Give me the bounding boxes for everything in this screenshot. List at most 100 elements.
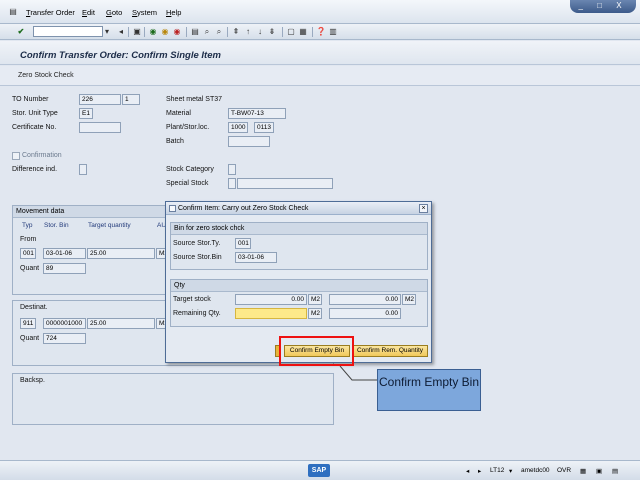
difference-label: Difference ind.: [12, 166, 58, 173]
to-number-label: TO Number: [12, 96, 49, 103]
stor-loc-field: 0113: [254, 122, 274, 133]
toolbar-separator: [312, 27, 313, 37]
confirmation-checkbox[interactable]: [12, 152, 20, 160]
help-icon[interactable]: ❓: [316, 26, 326, 37]
target-stock-2-field: 0.00: [329, 294, 401, 305]
column-typ: Typ: [22, 222, 33, 229]
confirm-rem-quantity-button[interactable]: Confirm Rem. Quantity: [352, 345, 428, 357]
status-user: ametdc00: [521, 467, 550, 474]
cancel-icon[interactable]: ◉: [172, 26, 182, 37]
column-stor-bin: Stor. Bin: [44, 222, 69, 229]
menu-system[interactable]: System: [132, 8, 157, 17]
from-quant-field: 89: [43, 263, 86, 274]
dialog-window-icon: [169, 205, 176, 212]
save-icon[interactable]: ▣: [132, 26, 142, 37]
dest-qty-field: 25.00: [87, 318, 155, 329]
back-icon[interactable]: ◉: [148, 26, 158, 37]
stock-category-label: Stock Category: [166, 166, 214, 173]
toolbar-separator: [227, 27, 228, 37]
command-dropdown-icon[interactable]: ▾: [102, 26, 112, 37]
find-icon[interactable]: ⌕: [202, 26, 212, 37]
dest-quant-field: 724: [43, 333, 86, 344]
batch-label: Batch: [166, 138, 184, 145]
from-label: From: [20, 236, 37, 243]
dialog-title: Confirm Item: Carry out Zero Stock Check: [166, 202, 431, 215]
from-quant-label: Quant: [20, 265, 40, 272]
status-bar: SAP ◂ ▸ LT12 ▾ ametdc00 OVR ▦ ▣ ▤: [0, 460, 640, 480]
target-unit-2-field: M2: [402, 294, 416, 305]
special-stock-field: [228, 178, 236, 189]
page-title: Confirm Transfer Order: Confirm Single I…: [20, 50, 221, 61]
zero-stock-check-button[interactable]: Zero Stock Check: [18, 72, 74, 79]
special-stock-label: Special Stock: [166, 180, 209, 187]
difference-field: [79, 164, 87, 175]
batch-field: [228, 136, 270, 147]
menu-transfer-order[interactable]: Transfer Order: [26, 8, 75, 17]
from-typ-field: 001: [20, 248, 36, 259]
back-arrow-icon[interactable]: ◂: [116, 26, 126, 37]
status-collapse-icon[interactable]: ◂: [466, 467, 469, 475]
source-type-label: Source Stor.Ty.: [173, 240, 221, 247]
stor-unit-type-label: Stor. Unit Type: [12, 110, 58, 117]
next-page-icon[interactable]: ↓: [255, 26, 265, 37]
toolbar-separator: [128, 27, 129, 37]
enter-check-icon[interactable]: ✔: [16, 26, 26, 37]
toolbar-separator: [144, 27, 145, 37]
menu-bar: ▤ Transfer Order Edit Goto System Help _…: [0, 0, 640, 24]
status-dropdown-icon[interactable]: ▾: [509, 467, 512, 475]
menu-help[interactable]: Help: [166, 8, 181, 17]
exit-icon[interactable]: ◉: [160, 26, 170, 37]
menu-goto[interactable]: Goto: [106, 8, 122, 17]
first-page-icon[interactable]: ⇞: [231, 26, 241, 37]
annotation-leader-line: [339, 366, 377, 381]
dest-quant-label: Quant: [20, 335, 40, 342]
application-toolbar: Zero Stock Check: [0, 66, 640, 86]
dest-bin-field: 0000001000: [43, 318, 86, 329]
screen-title-bar: Confirm Transfer Order: Confirm Single I…: [0, 41, 640, 65]
menu-edit[interactable]: Edit: [82, 8, 95, 17]
dialog-close-icon[interactable]: ×: [419, 204, 428, 213]
remaining-2-field: 0.00: [329, 308, 401, 319]
target-unit-field: M2: [308, 294, 322, 305]
material-field: T-BW07-13: [228, 108, 286, 119]
certificate-label: Certificate No.: [12, 124, 57, 131]
from-qty-field: 25.00: [87, 248, 155, 259]
dest-typ-field: 911: [20, 318, 36, 329]
status-lock-icon: ▣: [596, 468, 603, 475]
remaining-qty-input[interactable]: [235, 308, 307, 319]
target-stock-label: Target stock: [173, 296, 211, 303]
remaining-unit-field: M2: [308, 308, 322, 319]
plant-field: 1000: [228, 122, 248, 133]
material-label: Material: [166, 110, 191, 117]
backsp-label: Backsp.: [20, 377, 45, 384]
new-session-icon[interactable]: ▢: [286, 26, 296, 37]
status-connection-icon: ▦: [580, 468, 587, 475]
source-bin-field: 03-01-06: [235, 252, 277, 263]
column-target-quantity: Target quantity: [88, 222, 131, 229]
from-bin-field: 03-01-06: [43, 248, 86, 259]
command-field[interactable]: [33, 26, 103, 37]
print-icon[interactable]: ▤: [190, 26, 200, 37]
layout-menu-icon[interactable]: ▥: [328, 26, 338, 37]
to-item-field: 1: [122, 94, 140, 105]
to-number-field: 226: [79, 94, 121, 105]
sap-logo: SAP: [308, 464, 330, 477]
target-stock-field: 0.00: [235, 294, 307, 305]
status-transaction: LT12: [490, 467, 505, 474]
shortcut-icon[interactable]: ▦: [298, 26, 308, 37]
confirmation-label: Confirmation: [22, 152, 62, 159]
source-type-field: 001: [235, 238, 251, 249]
last-page-icon[interactable]: ⇟: [267, 26, 277, 37]
status-info-icon[interactable]: ▸: [478, 467, 481, 475]
find-next-icon[interactable]: ⌕: [214, 26, 224, 37]
certificate-field: [79, 122, 121, 133]
window-controls[interactable]: _ □ X: [570, 0, 636, 13]
previous-page-icon[interactable]: ↑: [243, 26, 253, 37]
stor-unit-type-field: E1: [79, 108, 93, 119]
plant-label: Plant/Stor.loc.: [166, 124, 210, 131]
destination-label: Destinat.: [20, 304, 48, 311]
menu-icon[interactable]: ▤: [8, 6, 18, 17]
annotation-callout: Confirm Empty Bin: [377, 369, 481, 411]
toolbar-separator: [282, 27, 283, 37]
toolbar-separator: [186, 27, 187, 37]
